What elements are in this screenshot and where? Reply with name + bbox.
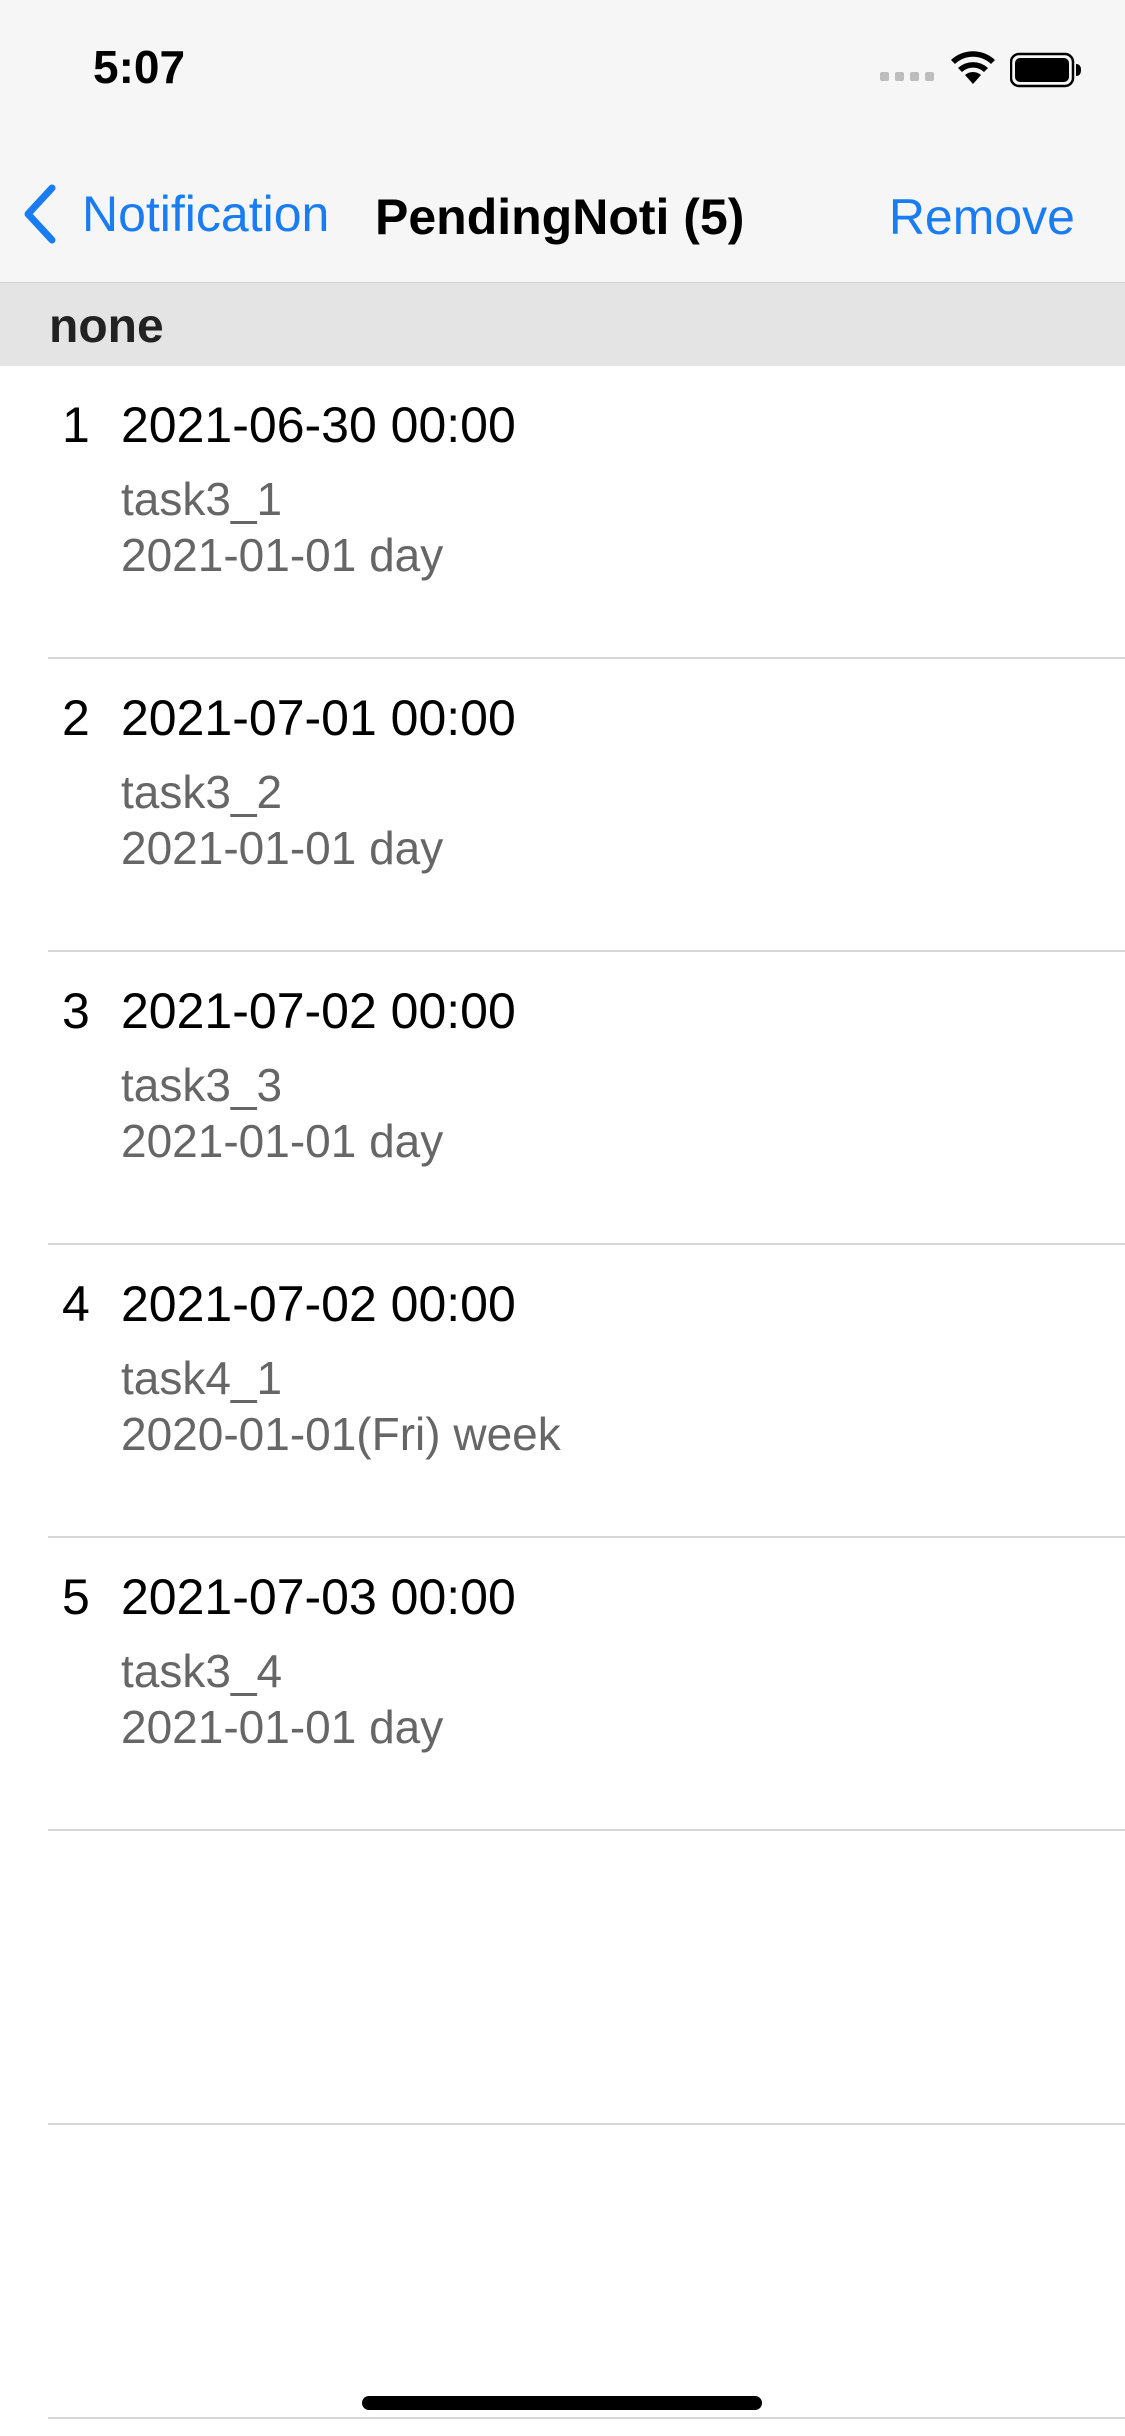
list-item-detail: 2020-01-01(Fri) week	[121, 1408, 561, 1460]
empty-row	[48, 1831, 1125, 2125]
list-item-detail: 2021-01-01 day	[121, 529, 444, 581]
list-item-subtitle: task3_1	[121, 473, 283, 525]
list-item-title: 2021-07-02 00:00	[121, 1276, 516, 1332]
list-item-detail: 2021-01-01 day	[121, 1115, 444, 1167]
status-time: 5:07	[93, 41, 186, 93]
list-item-title: 2021-07-02 00:00	[121, 983, 516, 1039]
list-item[interactable]: 4 2021-07-02 00:00 task4_1 2020-01-01(Fr…	[48, 1245, 1125, 1538]
wifi-icon	[951, 51, 995, 84]
list-item-index: 2	[62, 690, 90, 746]
notification-list: 1 2021-06-30 00:00 task3_1 2021-01-01 da…	[0, 366, 1125, 2419]
home-indicator	[362, 2396, 762, 2410]
list-item[interactable]: 5 2021-07-03 00:00 task3_4 2021-01-01 da…	[48, 1538, 1125, 1831]
list-item-title: 2021-07-01 00:00	[121, 690, 516, 746]
remove-button[interactable]: Remove	[889, 188, 1075, 246]
list-item-subtitle: task3_3	[121, 1059, 283, 1111]
list-item-detail: 2021-01-01 day	[121, 822, 444, 874]
back-button-label: Notification	[82, 186, 330, 242]
battery-icon	[1010, 52, 1081, 88]
cellular-signal-icon	[880, 72, 934, 81]
list-item-index: 1	[62, 397, 90, 453]
list-item[interactable]: 3 2021-07-02 00:00 task3_3 2021-01-01 da…	[48, 952, 1125, 1245]
navigation-header: 5:07 Notification PendingNoti (5) Remove	[0, 0, 1125, 284]
chevron-left-icon	[24, 184, 56, 244]
list-item-subtitle: task3_2	[121, 766, 283, 818]
list-item[interactable]: 1 2021-06-30 00:00 task3_1 2021-01-01 da…	[48, 366, 1125, 659]
section-header-label: none	[49, 300, 164, 353]
list-item[interactable]: 2 2021-07-01 00:00 task3_2 2021-01-01 da…	[48, 659, 1125, 952]
list-item-subtitle: task3_4	[121, 1645, 283, 1697]
list-item-index: 3	[62, 983, 90, 1039]
list-item-detail: 2021-01-01 day	[121, 1701, 444, 1753]
page-title: PendingNoti (5)	[375, 189, 745, 245]
list-item-index: 4	[62, 1276, 90, 1332]
list-item-subtitle: task4_1	[121, 1352, 283, 1404]
back-button[interactable]: Notification	[22, 184, 329, 244]
list-item-title: 2021-07-03 00:00	[121, 1569, 516, 1625]
list-item-title: 2021-06-30 00:00	[121, 397, 516, 453]
section-header: none	[0, 283, 1125, 366]
empty-row	[48, 2125, 1125, 2419]
list-item-index: 5	[62, 1569, 90, 1625]
